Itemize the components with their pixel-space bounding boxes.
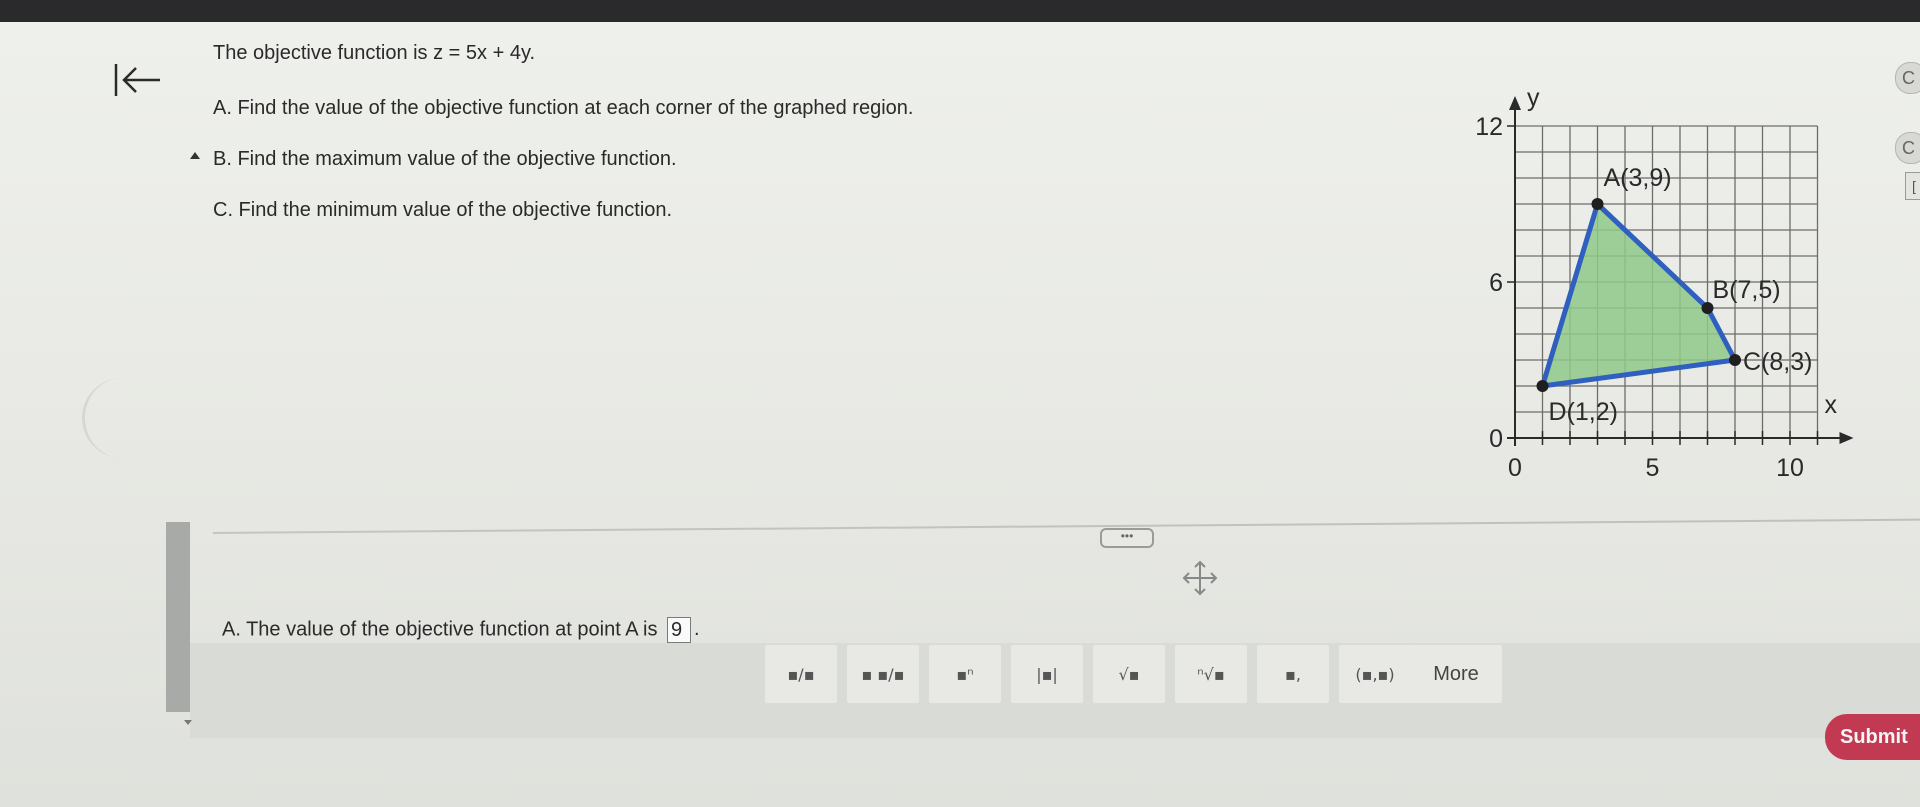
y-tick-label: 12 — [1475, 113, 1503, 141]
square-root-icon: √▪ — [1118, 664, 1140, 684]
nth-root-icon: ⁿ√▪ — [1197, 664, 1225, 684]
point-label-c: C(8,3) — [1743, 348, 1812, 376]
scroll-down-icon[interactable] — [184, 720, 192, 725]
y-axis-arrow-icon — [1509, 96, 1521, 110]
corner-point-marker — [1591, 198, 1604, 210]
right-control-1[interactable]: C — [1895, 62, 1920, 94]
ordered-pair-button[interactable]: (▪,▪) — [1339, 645, 1411, 703]
point-label-b: B(7,5) — [1713, 276, 1781, 304]
part-a-prompt: A. Find the value of the objective funct… — [213, 97, 914, 119]
move-cursor-icon — [1180, 558, 1220, 598]
submit-button[interactable]: Submit — [1825, 714, 1920, 760]
mixed-number-button[interactable]: ▪ ▪/▪ — [847, 645, 919, 703]
square-root-button[interactable]: √▪ — [1093, 645, 1165, 703]
answer-suffix: . — [694, 618, 700, 641]
fraction-button[interactable]: ▪/▪ — [765, 645, 837, 703]
fraction-icon: ▪/▪ — [787, 664, 815, 684]
objective-equation: z = 5x + 4y. — [433, 42, 536, 64]
exponent-button[interactable]: ▪ⁿ — [929, 645, 1001, 703]
y-axis-label: y — [1527, 84, 1540, 112]
x-tick-label: 10 — [1776, 454, 1804, 482]
monitor-bezel — [0, 0, 1920, 22]
back-icon[interactable] — [112, 60, 164, 100]
part-c-prompt: C. Find the minimum value of the objecti… — [213, 199, 673, 221]
feasible-region — [1538, 199, 1739, 389]
ordered-pair-icon: (▪,▪) — [1355, 664, 1395, 684]
decimal-icon: ▪, — [1285, 664, 1301, 684]
answer-input[interactable]: 9 — [667, 617, 692, 643]
graph-svg: y x 12 6 0 0 5 10 A(3,9) B(7,5) C(8,3) D… — [1475, 84, 1854, 482]
decimal-button[interactable]: ▪, — [1257, 645, 1329, 703]
more-label: More — [1433, 662, 1479, 685]
exponent-icon: ▪ⁿ — [956, 664, 974, 684]
x-tick-label: 0 — [1508, 454, 1522, 482]
answer-statement: A. The value of the objective function a… — [222, 617, 700, 643]
mixed-number-icon: ▪ ▪/▪ — [861, 664, 905, 684]
objective-statement: The objective function is z = 5x + 4y. — [213, 42, 535, 65]
corner-point-marker — [1729, 354, 1741, 366]
feasible-region-graph: y x 12 6 0 0 5 10 A(3,9) B(7,5) C(8,3) D… — [1445, 55, 1854, 495]
right-control-3[interactable]: [ — [1905, 172, 1920, 200]
absolute-value-button[interactable]: |▪| — [1011, 645, 1083, 703]
point-label-d: D(1,2) — [1549, 398, 1618, 426]
objective-prefix: The objective function is — [213, 42, 434, 64]
collapse-caret-icon[interactable] — [190, 152, 200, 159]
part-b-prompt: B. Find the maximum value of the objecti… — [213, 148, 677, 170]
nth-root-button[interactable]: ⁿ√▪ — [1175, 645, 1247, 703]
answer-prefix: A. The value of the objective function a… — [222, 618, 658, 641]
right-control-2[interactable]: C — [1895, 132, 1920, 164]
corner-point-marker — [1536, 380, 1549, 392]
y-tick-label: 6 — [1489, 269, 1503, 297]
x-axis-label: x — [1825, 391, 1838, 419]
x-tick-label: 5 — [1646, 454, 1660, 482]
more-button[interactable]: More — [1410, 645, 1502, 703]
expand-panel-button[interactable]: ••• — [1100, 528, 1154, 548]
vertical-scrollbar[interactable] — [166, 522, 190, 712]
absolute-value-icon: |▪| — [1036, 664, 1058, 684]
point-label-a: A(3,9) — [1604, 164, 1672, 192]
y-tick-label: 0 — [1489, 425, 1503, 453]
